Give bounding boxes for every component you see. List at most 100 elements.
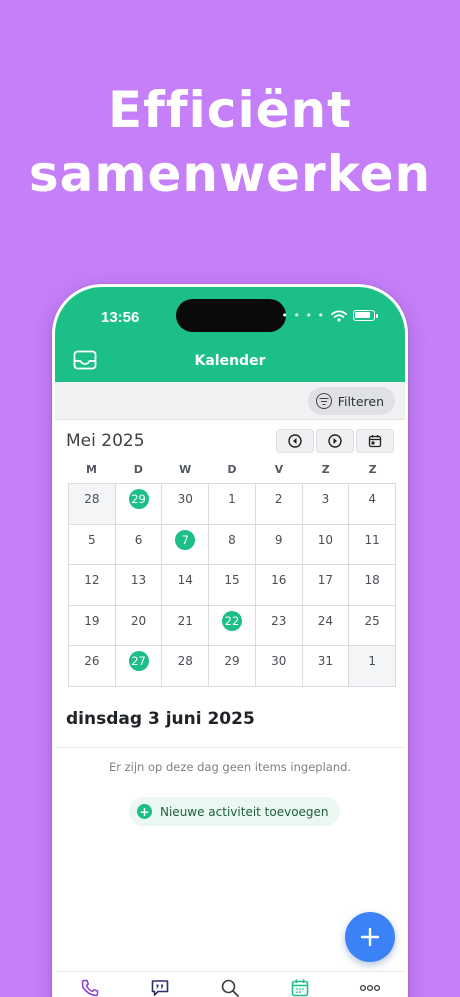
calendar-icon [291, 979, 309, 997]
tab-calendar[interactable] [285, 976, 315, 997]
phone-frame: 13:56 • • • • Kalender Filteren Mei 2025… [52, 284, 408, 997]
calendar-day[interactable]: 26 [69, 646, 116, 687]
selected-date-heading: dinsdag 3 juni 2025 [66, 709, 255, 729]
weekday-header: MDWDVZZ [68, 463, 396, 476]
calendar-day[interactable]: 30 [255, 646, 303, 687]
plus-circle-icon: + [137, 804, 152, 819]
weekday-label: D [227, 463, 237, 476]
weekday-label: W [179, 463, 192, 476]
calendar-day-with-items[interactable]: 27 [115, 646, 163, 687]
day-number: 30 [177, 492, 193, 506]
calendar-day[interactable]: 2 [255, 484, 303, 525]
calendar-day[interactable]: 3 [302, 484, 350, 525]
tab-more[interactable] [355, 976, 385, 997]
day-number: 30 [271, 654, 287, 669]
next-month-icon [328, 434, 342, 448]
divider [55, 747, 405, 748]
calendar-day[interactable]: 14 [162, 565, 210, 606]
calendar-day[interactable]: 31 [302, 646, 350, 687]
filter-button[interactable]: Filteren [307, 387, 395, 415]
month-label: Mei 2025 [66, 431, 145, 451]
day-number: 13 [130, 573, 147, 588]
day-number: 9 [274, 532, 283, 547]
weekday-label: Z [368, 463, 377, 476]
promo-headline: Efficiënt samenwerken [0, 78, 460, 206]
calendar-day[interactable]: 1 [209, 484, 256, 525]
day-number: 1 [368, 654, 376, 669]
calendar-day[interactable]: 9 [255, 524, 303, 566]
calendar-day[interactable]: 12 [69, 565, 116, 606]
day-number: 19 [84, 613, 100, 628]
add-activity-button[interactable]: + Nieuwe activiteit toevoegen [129, 797, 340, 826]
status-time: 13:56 [101, 309, 140, 326]
day-number: 21 [177, 613, 193, 628]
next-month-button[interactable] [316, 429, 354, 453]
calendar-day[interactable]: 30 [162, 484, 210, 525]
page-title: Kalender [194, 353, 266, 369]
day-number: 16 [271, 573, 287, 588]
filter-label: Filteren [337, 393, 384, 409]
search-icon [221, 979, 239, 997]
day-number: 18 [364, 573, 380, 588]
calendar-day[interactable]: 16 [255, 565, 303, 606]
previous-month-button[interactable] [276, 429, 314, 453]
calendar-day[interactable]: 25 [349, 605, 396, 647]
tab-search[interactable] [215, 976, 245, 997]
status-icons: • • • • [281, 309, 378, 322]
day-number: 17 [317, 573, 334, 588]
calendar-day[interactable]: 8 [209, 524, 256, 566]
calendar-day[interactable]: 17 [302, 565, 350, 606]
calendar-day[interactable]: 1 [349, 646, 396, 687]
calendar-day[interactable]: 10 [302, 524, 350, 566]
calendar-day[interactable]: 28 [69, 484, 116, 525]
day-number: 11 [364, 532, 380, 547]
wifi-icon [331, 309, 347, 322]
calendar-day[interactable]: 15 [209, 565, 256, 606]
calendar-day[interactable]: 23 [255, 605, 303, 647]
calendar-day[interactable]: 13 [115, 565, 163, 606]
calendar-day[interactable]: 21 [162, 605, 210, 647]
day-number: 15 [224, 573, 240, 588]
calendar-day-with-items[interactable]: 7 [162, 524, 210, 566]
dynamic-island [176, 299, 286, 332]
cellular-signal-icon: • • • • [281, 309, 325, 322]
calendar-day[interactable]: 29 [209, 646, 256, 687]
day-number: 5 [88, 532, 96, 547]
day-number: 29 [128, 489, 149, 509]
chat-icon [151, 980, 169, 996]
calendar-day[interactable]: 18 [349, 565, 396, 606]
calendar-day[interactable]: 4 [349, 484, 396, 525]
day-number: 6 [134, 532, 143, 547]
promo-line-2: samenwerken [28, 145, 432, 203]
previous-month-icon [288, 434, 302, 448]
promo-line-1: Efficiënt [108, 81, 352, 139]
day-number: 31 [317, 654, 334, 669]
calendar-day[interactable]: 19 [69, 605, 116, 647]
more-icon [359, 984, 381, 992]
month-header: Mei 2025 [66, 429, 394, 457]
today-calendar-icon [368, 435, 382, 448]
tab-chat[interactable] [145, 976, 175, 997]
day-number: 12 [84, 573, 100, 588]
calendar-day[interactable]: 24 [302, 605, 350, 647]
calendar-day[interactable]: 20 [115, 605, 163, 647]
empty-state-message: Er zijn op deze dag geen items ingepland… [108, 760, 352, 774]
weekday-label: D [133, 463, 143, 476]
today-button[interactable] [356, 429, 394, 453]
add-fab-button[interactable] [345, 912, 395, 962]
day-number: 8 [228, 532, 236, 547]
calendar-day[interactable]: 11 [349, 524, 396, 566]
day-number: 14 [177, 573, 193, 588]
calendar-day-with-items[interactable]: 22 [209, 605, 256, 647]
day-number: 3 [321, 492, 330, 506]
calendar-day[interactable]: 6 [115, 524, 163, 566]
weekday-label: V [274, 463, 284, 476]
day-number: 29 [224, 654, 240, 669]
month-navigation [276, 429, 394, 453]
tab-calls[interactable] [75, 976, 105, 997]
calendar-day-with-items[interactable]: 29 [115, 484, 163, 525]
calendar-day[interactable]: 28 [162, 646, 210, 687]
calendar-day[interactable]: 5 [69, 524, 116, 566]
day-number: 20 [130, 613, 147, 628]
day-number: 24 [317, 613, 334, 628]
